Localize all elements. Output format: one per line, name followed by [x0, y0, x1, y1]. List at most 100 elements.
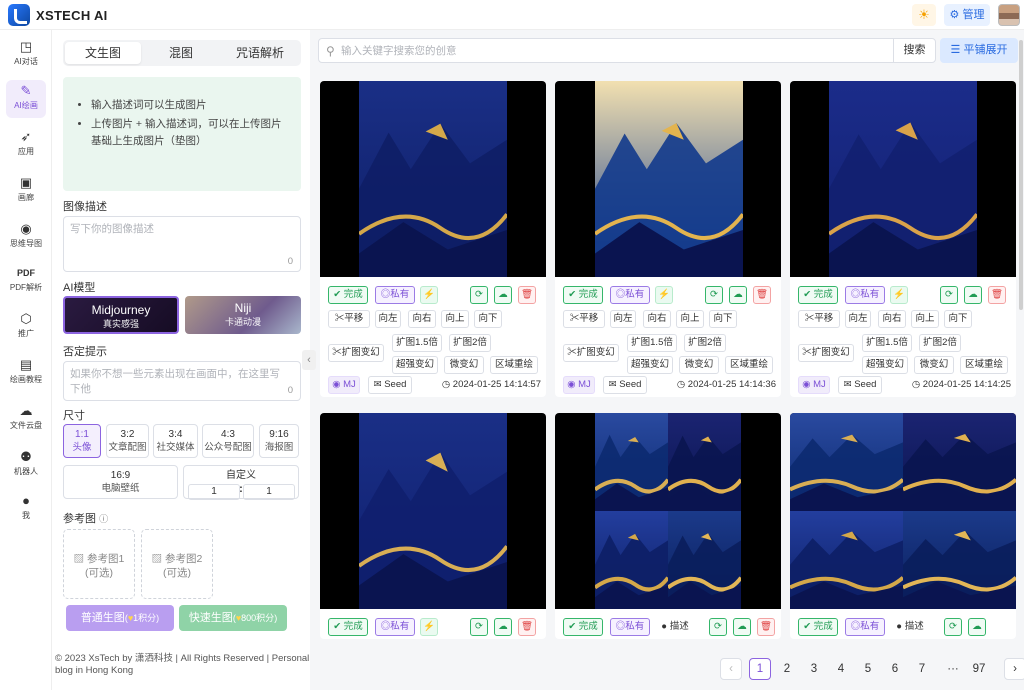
sidebar-item-tutorial[interactable]: ▤ 绘画教程	[6, 354, 46, 392]
generated-image[interactable]	[320, 81, 546, 277]
ref-image-upload-1[interactable]: ▨ 参考图1 (可选)	[63, 529, 135, 599]
pager-next[interactable]: ›	[1004, 658, 1024, 680]
expand-vary-button[interactable]: ✂扩图变幻	[798, 344, 854, 362]
ratio-16-9[interactable]: 16:9 电脑壁纸	[63, 465, 178, 499]
sidebar-item-chat[interactable]: ◳ AI对话	[6, 36, 46, 74]
refresh-button[interactable]: ⟳	[944, 618, 962, 636]
upload-button[interactable]: ☁	[968, 618, 986, 636]
ref-image-upload-2[interactable]: ▨ 参考图2 (可选)	[141, 529, 213, 599]
refresh-button[interactable]: ⟳	[940, 286, 958, 304]
pager-page[interactable]: 3	[803, 658, 825, 680]
pan-left-button[interactable]: 向左	[845, 310, 871, 328]
privacy-toggle[interactable]: ◎私有	[845, 286, 885, 304]
upload-button[interactable]: ☁	[733, 618, 751, 636]
pan-right-button[interactable]: 向右	[408, 310, 436, 328]
sidebar-item-gallery[interactable]: ▣ 画廊	[6, 172, 46, 210]
collapse-panel-button[interactable]: ‹	[302, 350, 316, 370]
describe-button[interactable]: ● 描述	[655, 618, 695, 636]
model-niji[interactable]: Niji 卡通动漫	[185, 296, 301, 334]
fast-generate-button[interactable]: 快速生图(♥800积分)	[179, 605, 287, 631]
privacy-toggle[interactable]: ◎私有	[845, 618, 885, 636]
normal-generate-button[interactable]: 普通生图(♥1积分)	[66, 605, 174, 631]
sidebar-item-apps[interactable]: ➶ 应用	[6, 126, 46, 164]
tab-prompt-analysis[interactable]: 咒语解析	[221, 42, 299, 64]
upload-button[interactable]: ☁	[729, 286, 747, 304]
sidebar-item-mindmap[interactable]: ◉ 思维导图	[6, 218, 46, 256]
delete-button[interactable]: 🗑	[988, 286, 1006, 304]
pager-page[interactable]: 7	[911, 658, 933, 680]
expand-vary-button[interactable]: ✂扩图变幻	[563, 344, 619, 362]
seed-button[interactable]: ✉ Seed	[838, 376, 882, 394]
pager-page[interactable]: 6	[884, 658, 906, 680]
negative-textarea[interactable]: 如果你不想一些元素出现在画面中，在这里写下他 0	[63, 361, 301, 401]
upload-button[interactable]: ☁	[964, 286, 982, 304]
pan-button[interactable]: ✂平移	[563, 310, 605, 328]
pan-up-button[interactable]: 向上	[441, 310, 469, 328]
pan-button[interactable]: ✂平移	[328, 310, 370, 328]
refresh-button[interactable]: ⟳	[709, 618, 727, 636]
generated-image[interactable]	[320, 413, 546, 609]
privacy-toggle[interactable]: ◎私有	[375, 286, 415, 304]
pager-page[interactable]: 4	[830, 658, 852, 680]
search-button[interactable]: 搜索	[893, 39, 935, 62]
strong-vary-button[interactable]: 超强变幻	[392, 356, 438, 374]
generated-image[interactable]	[555, 81, 781, 277]
pan-left-button[interactable]: 向左	[375, 310, 401, 328]
generated-image-grid[interactable]	[555, 413, 781, 609]
ratio-3-2[interactable]: 3:2 文章配图	[106, 424, 149, 458]
pager-page[interactable]: 2	[776, 658, 798, 680]
model-midjourney[interactable]: Midjourney 真实感强	[63, 296, 179, 334]
ratio-4-3[interactable]: 4:3 公众号配图	[202, 424, 254, 458]
prompt-textarea[interactable]: 写下你的图像描述 0	[63, 216, 301, 272]
ratio-3-4[interactable]: 3:4 社交媒体	[153, 424, 198, 458]
pager-page[interactable]: 1	[749, 658, 771, 680]
theme-toggle-button[interactable]: ☀	[912, 4, 936, 26]
pan-button[interactable]: ✂平移	[798, 310, 840, 328]
pager-page[interactable]: 97	[968, 658, 990, 680]
pan-down-button[interactable]: 向下	[944, 310, 972, 328]
generated-image-grid[interactable]	[790, 413, 1016, 609]
sidebar-item-promote[interactable]: ⬡ 推广	[6, 308, 46, 346]
seed-button[interactable]: ✉ Seed	[368, 376, 412, 394]
strong-vary-button[interactable]: 超强变幻	[627, 356, 673, 374]
delete-button[interactable]: 🗑	[518, 286, 536, 304]
zoom-2-button[interactable]: 扩图2倍	[919, 334, 961, 352]
pan-up-button[interactable]: 向上	[911, 310, 939, 328]
admin-button[interactable]: ⚙ 管理	[944, 4, 990, 26]
zoom-2-button[interactable]: 扩图2倍	[449, 334, 491, 352]
expand-vary-button[interactable]: ✂扩图变幻	[328, 344, 384, 362]
pan-down-button[interactable]: 向下	[709, 310, 737, 328]
refresh-button[interactable]: ⟳	[470, 618, 488, 636]
zoom-1-5-button[interactable]: 扩图1.5倍	[627, 334, 677, 352]
pan-right-button[interactable]: 向右	[878, 310, 906, 328]
refresh-button[interactable]: ⟳	[470, 286, 488, 304]
region-repaint-button[interactable]: 区域重绘	[725, 356, 773, 374]
sidebar-item-me[interactable]: ● 我	[6, 490, 46, 528]
tab-blend[interactable]: 混图	[143, 42, 219, 64]
pan-right-button[interactable]: 向右	[643, 310, 671, 328]
custom-height-input[interactable]: 1	[243, 484, 295, 500]
search-input[interactable]	[341, 43, 881, 59]
ratio-9-16[interactable]: 9:16 海报图	[259, 424, 299, 458]
sidebar-item-cloud[interactable]: ☁ 文件云盘	[6, 400, 46, 438]
zoom-1-5-button[interactable]: 扩图1.5倍	[392, 334, 442, 352]
delete-button[interactable]: 🗑	[753, 286, 771, 304]
region-repaint-button[interactable]: 区域重绘	[960, 356, 1008, 374]
tile-expand-button[interactable]: ☰ 平铺展开	[940, 38, 1018, 63]
zoom-2-button[interactable]: 扩图2倍	[684, 334, 726, 352]
pager-prev[interactable]: ‹	[720, 658, 742, 680]
privacy-toggle[interactable]: ◎私有	[610, 618, 650, 636]
privacy-toggle[interactable]: ◎私有	[375, 618, 415, 636]
scrollbar-thumb[interactable]	[1019, 40, 1023, 310]
region-repaint-button[interactable]: 区域重绘	[490, 356, 538, 374]
subtle-vary-button[interactable]: 微变幻	[444, 356, 484, 374]
pan-up-button[interactable]: 向上	[676, 310, 704, 328]
pager-page[interactable]: 5	[857, 658, 879, 680]
delete-button[interactable]: 🗑	[518, 618, 536, 636]
subtle-vary-button[interactable]: 微变幻	[914, 356, 954, 374]
ratio-1-1[interactable]: 1:1 头像	[63, 424, 101, 458]
subtle-vary-button[interactable]: 微变幻	[679, 356, 719, 374]
zoom-1-5-button[interactable]: 扩图1.5倍	[862, 334, 912, 352]
upload-button[interactable]: ☁	[494, 286, 512, 304]
strong-vary-button[interactable]: 超强变幻	[862, 356, 908, 374]
